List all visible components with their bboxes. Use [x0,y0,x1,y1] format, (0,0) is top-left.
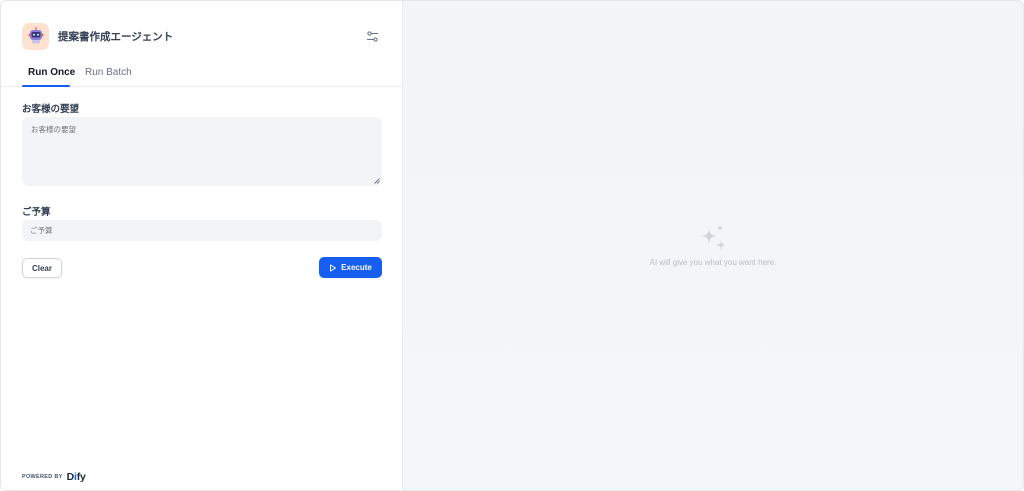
tab-run-once[interactable]: Run Once [28,67,75,78]
powered-by-text: POWERED BY [22,474,63,480]
play-icon [330,264,337,271]
resize-handle-icon[interactable] [374,178,380,184]
settings-button[interactable] [364,28,380,44]
robot-emoji-icon [28,27,43,44]
customer-request-input[interactable] [22,117,382,186]
input-panel: 提案書作成エージェント Run Once Run Batch お客様の要望 ご予… [1,1,403,490]
clear-button-label: Clear [31,263,52,273]
empty-state-message: AI will give you what you want here. [649,258,777,267]
active-tab-indicator [22,85,70,87]
result-panel: AI will give you what you want here. [403,1,1023,490]
clear-button[interactable]: Clear [22,258,62,278]
tab-run-batch[interactable]: Run Batch [85,67,132,78]
tab-bar: Run Once Run Batch [1,61,403,87]
dify-logo[interactable]: Dify [67,471,86,483]
sliders-icon [366,30,378,42]
budget-label: ご予算 [22,207,51,218]
app-header: 提案書作成エージェント [22,22,382,50]
sparkles-icon [701,224,726,250]
powered-by-footer: POWERED BY Dify [22,471,86,483]
execute-button-label: Execute [341,263,372,272]
budget-input[interactable] [22,220,382,241]
app-icon [22,22,49,50]
customer-request-label: お客様の要望 [22,104,80,115]
app-title: 提案書作成エージェント [58,30,174,43]
execute-button[interactable]: Execute [319,257,382,278]
empty-state: AI will give you what you want here. [403,223,1023,267]
app-window: 提案書作成エージェント Run Once Run Batch お客様の要望 ご予… [0,0,1024,491]
